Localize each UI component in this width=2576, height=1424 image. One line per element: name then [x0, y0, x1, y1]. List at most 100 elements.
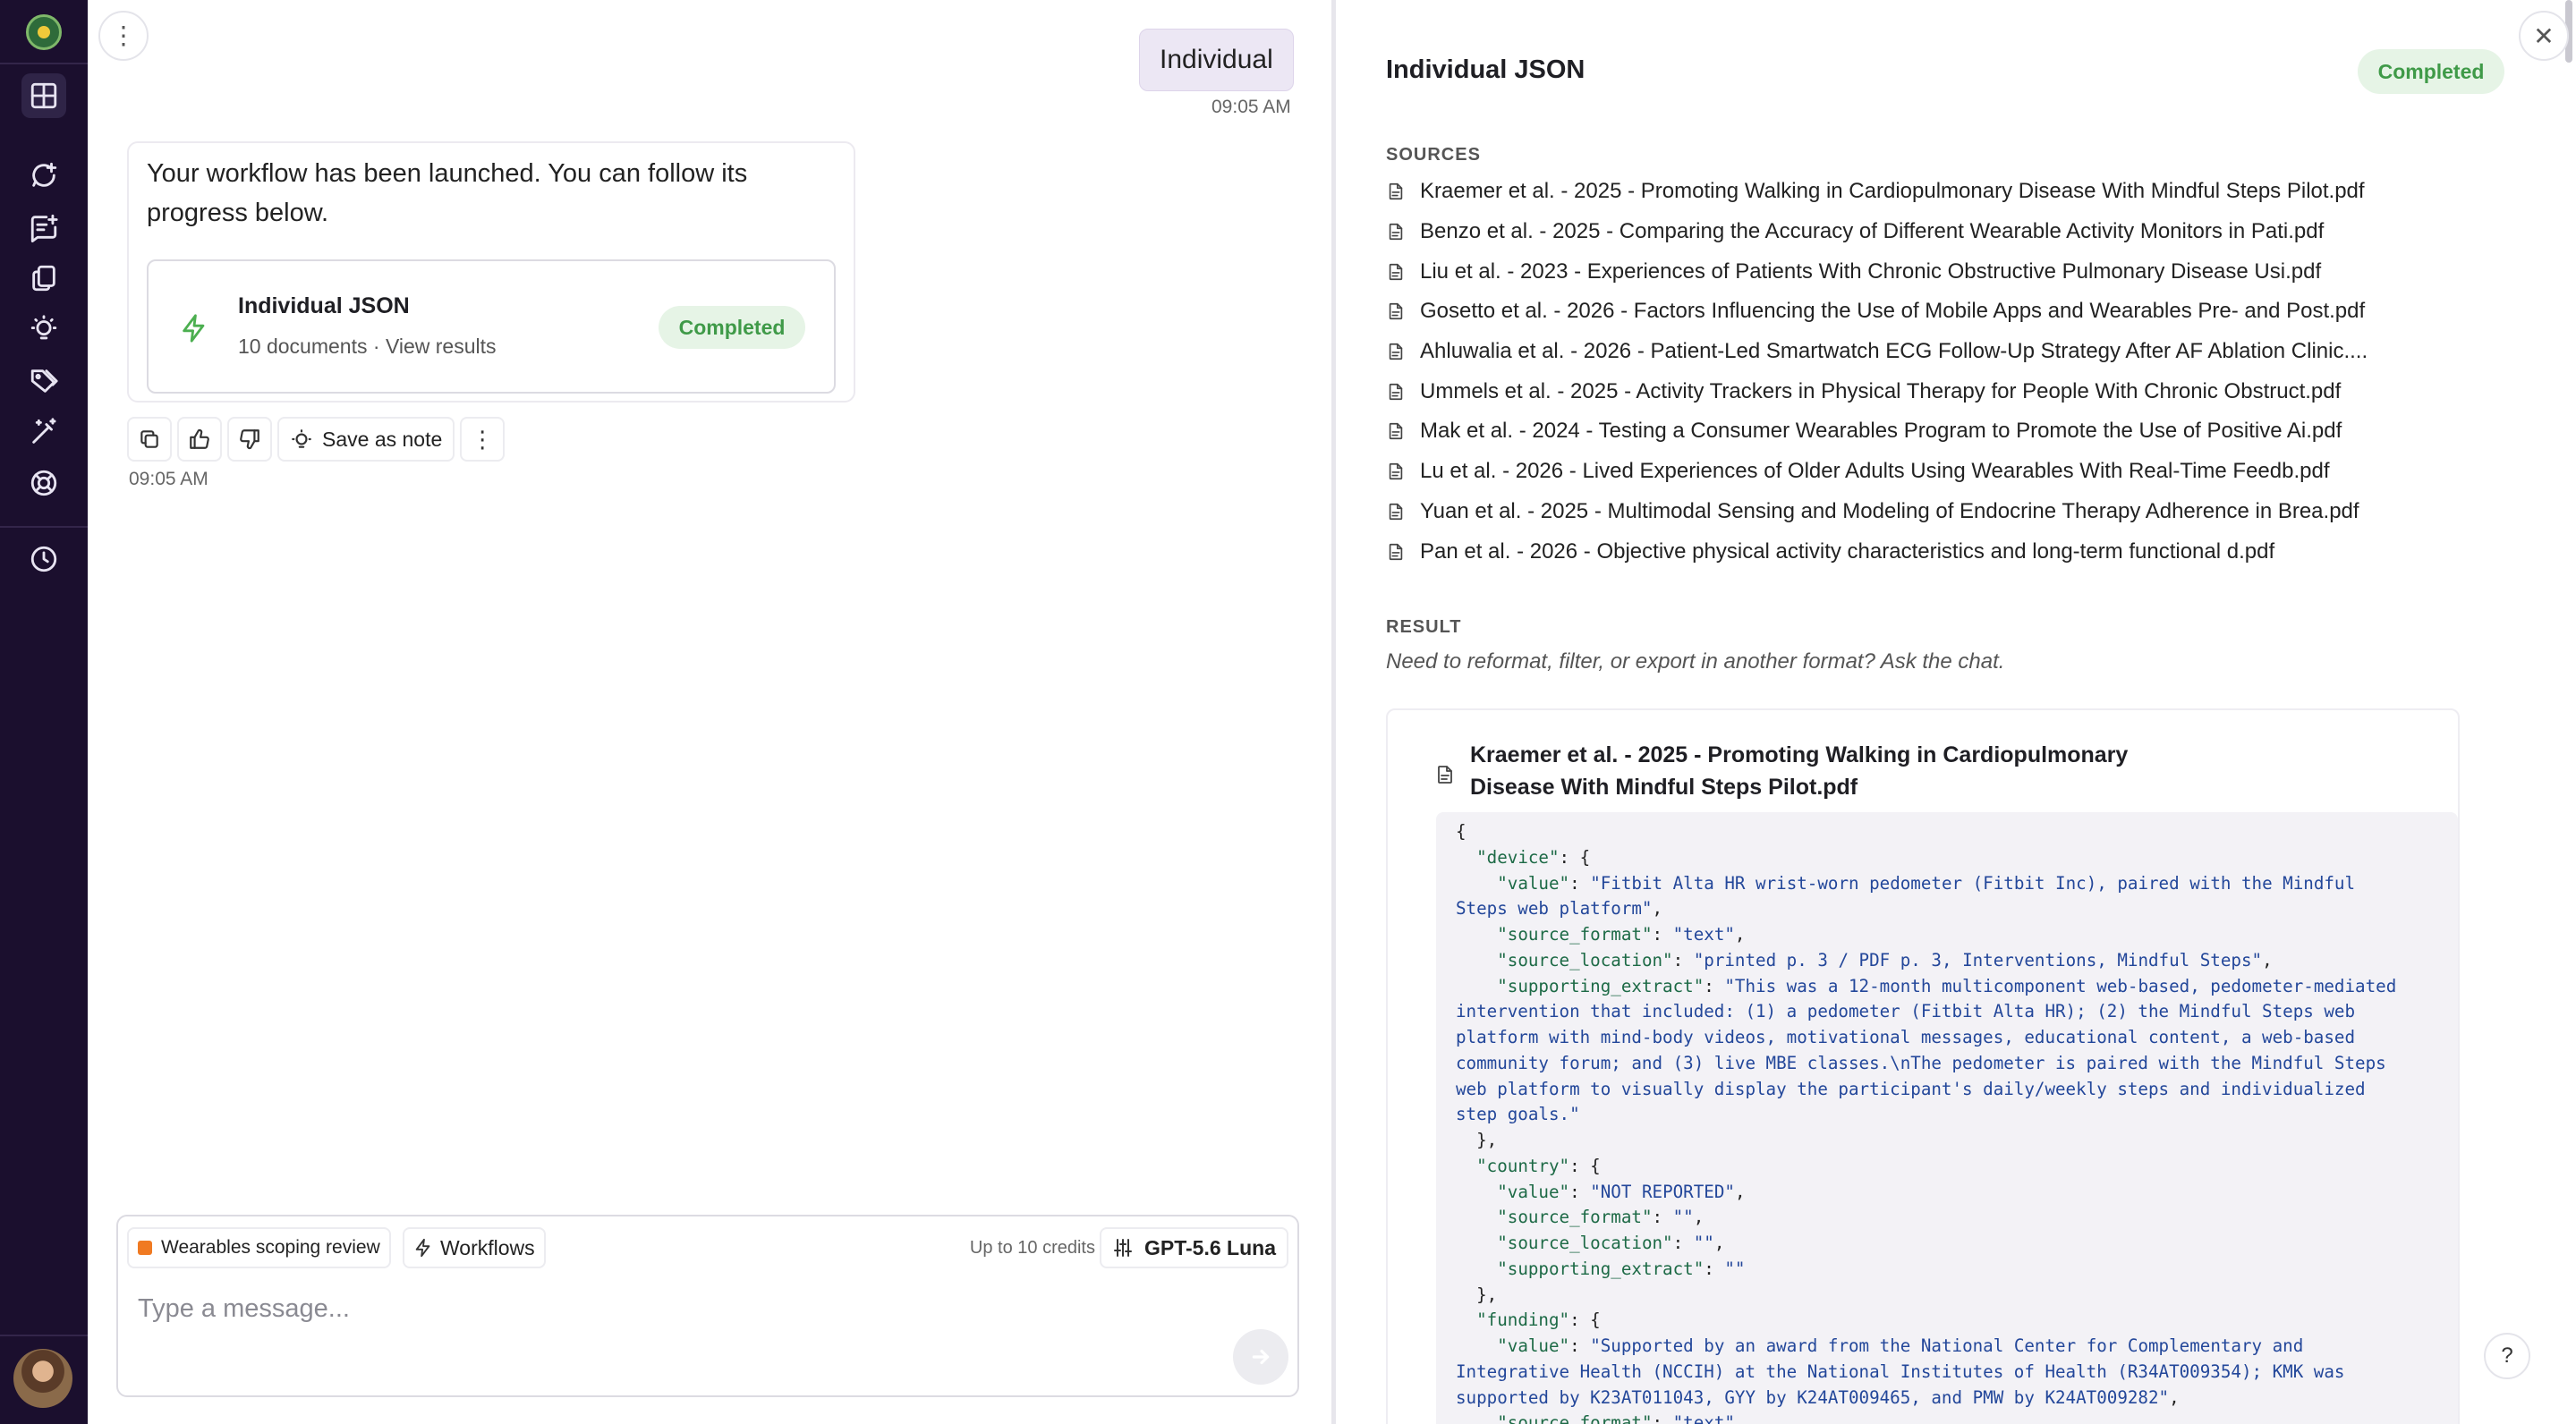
source-item[interactable]: Pan et al. - 2026 - Objective physical a…: [1386, 531, 2504, 572]
code-line: Steps web platform",: [1456, 898, 1663, 920]
separator-dot: ·: [372, 335, 380, 358]
message-actions: Save as note ⋮: [127, 417, 506, 462]
code-line: community forum; and (3) live MBE classe…: [1456, 1052, 2386, 1073]
source-item-label: Lu et al. - 2026 - Lived Experiences of …: [1420, 459, 2330, 484]
code-line: "value": "Fitbit Alta HR wrist-worn pedo…: [1497, 872, 2356, 894]
code-line: "device": {: [1476, 846, 1591, 868]
document-icon: [1389, 223, 1403, 241]
copy-button[interactable]: [127, 417, 172, 462]
document-icon: [1389, 503, 1403, 520]
code-line: supported by K23AT011043, GYY by K24AT00…: [1456, 1386, 2180, 1408]
app-root: ⋮ Individual 09:05 AM Your workflow has …: [0, 0, 2576, 1424]
code-line: step goals.": [1456, 1104, 1580, 1125]
sliders-icon: [1114, 1239, 1133, 1257]
source-item[interactable]: Gosetto et al. - 2026 - Factors Influenc…: [1386, 292, 2504, 332]
documents-icon[interactable]: [21, 256, 66, 301]
assistant-message: Your workflow has been launched. You can…: [127, 141, 855, 403]
user-avatar[interactable]: [13, 1349, 72, 1408]
panel-title: Individual JSON: [1386, 55, 1586, 84]
new-note-icon[interactable]: [21, 205, 66, 250]
source-item-label: Ahluwalia et al. - 2026 - Patient-Led Sm…: [1420, 339, 2368, 364]
message-input[interactable]: [138, 1286, 1122, 1331]
user-message-timestamp: 09:05 AM: [1211, 97, 1291, 117]
app-logo[interactable]: [26, 14, 62, 50]
source-item-label: Kraemer et al. - 2025 - Promoting Walkin…: [1420, 179, 2365, 204]
source-item[interactable]: Kraemer et al. - 2025 - Promoting Walkin…: [1386, 172, 2504, 212]
lightbulb-icon[interactable]: [21, 307, 66, 352]
history-clock-icon[interactable]: [21, 537, 66, 581]
source-item[interactable]: Liu et al. - 2023 - Experiences of Patie…: [1386, 251, 2504, 292]
copy-icon: [140, 430, 158, 448]
bolt-icon: [183, 314, 205, 343]
send-button[interactable]: [1233, 1329, 1288, 1385]
source-item[interactable]: Ahluwalia et al. - 2026 - Patient-Led Sm…: [1386, 332, 2504, 372]
save-as-note-label: Save as note: [322, 427, 443, 451]
assistant-message-text: Your workflow has been launched. You can…: [147, 159, 748, 227]
workflow-doc-count: 10 documents: [238, 335, 368, 358]
code-line: platform with mind-body videos, motivati…: [1456, 1027, 2356, 1047]
arrow-right-icon: [1252, 1349, 1270, 1365]
assistant-message-timestamp: 09:05 AM: [129, 469, 208, 489]
code-line: },: [1456, 1130, 1498, 1150]
document-icon: [1389, 423, 1403, 440]
source-item-label: Pan et al. - 2026 - Objective physical a…: [1420, 538, 2275, 564]
source-item-label: Ummels et al. - 2025 - Activity Trackers…: [1420, 378, 2342, 403]
results-panel: Individual JSON Completed ✕ SOURCES Krae…: [1336, 0, 2576, 1424]
dashboard-icon[interactable]: [21, 73, 66, 118]
workflow-card[interactable]: Individual JSON 10 documents · View resu…: [147, 259, 836, 394]
code-line: "value": "Supported by an award from the…: [1497, 1335, 2304, 1356]
code-line: {: [1456, 821, 1467, 842]
project-chip-label: Wearables scoping review: [161, 1237, 380, 1258]
workflows-chip[interactable]: Workflows: [403, 1227, 546, 1268]
code-line: "source_format": "text",: [1497, 924, 1746, 945]
source-item[interactable]: Ummels et al. - 2025 - Activity Trackers…: [1386, 371, 2504, 411]
magic-wand-icon[interactable]: [21, 410, 66, 454]
project-chip[interactable]: Wearables scoping review: [127, 1227, 391, 1268]
new-chat-icon[interactable]: [21, 153, 66, 198]
code-line: intervention that included: (1) a pedome…: [1456, 1001, 2356, 1022]
model-selector-label: GPT-5.6 Luna: [1144, 1235, 1276, 1259]
source-item[interactable]: Lu et al. - 2026 - Lived Experiences of …: [1386, 452, 2504, 492]
model-selector[interactable]: GPT-5.6 Luna: [1100, 1227, 1288, 1268]
workflow-subtitle: 10 documents · View results: [238, 335, 497, 359]
workflow-status-badge: Completed: [659, 306, 805, 349]
message-composer: Wearables scoping review Workflows Up to…: [116, 1215, 1299, 1397]
document-icon: [1389, 263, 1403, 280]
document-icon: [1389, 183, 1403, 200]
project-color-dot: [138, 1241, 152, 1255]
code-line: "source_location": "",: [1497, 1233, 1725, 1253]
source-item-label: Gosetto et al. - 2026 - Factors Influenc…: [1420, 299, 2366, 324]
help-button[interactable]: ?: [2484, 1333, 2530, 1379]
save-as-note-button[interactable]: Save as note: [277, 417, 455, 462]
close-panel-button[interactable]: ✕: [2519, 11, 2569, 61]
result-card-title: Kraemer et al. - 2025 - Promoting Walkin…: [1470, 742, 2129, 800]
document-icon: [1389, 343, 1403, 360]
code-line: "source_format": "text",: [1497, 1412, 1746, 1424]
source-item-label: Benzo et al. - 2025 - Comparing the Accu…: [1420, 219, 2325, 244]
thumbs-up-button[interactable]: [177, 417, 222, 462]
thumbs-down-icon: [240, 429, 259, 450]
document-icon: [1389, 383, 1403, 400]
panel-status-badge: Completed: [2358, 49, 2504, 94]
more-actions-button[interactable]: ⋮: [460, 417, 506, 462]
source-item[interactable]: Benzo et al. - 2025 - Comparing the Accu…: [1386, 212, 2504, 252]
json-code-block: { "device": { "value": "Fitbit Alta HR w…: [1436, 812, 2458, 1424]
tags-icon[interactable]: [21, 359, 66, 403]
code-line: "funding": {: [1476, 1310, 1601, 1331]
support-lifebuoy-icon[interactable]: [21, 461, 66, 505]
source-item[interactable]: Yuan et al. - 2025 - Multimodal Sensing …: [1386, 492, 2504, 532]
close-icon: ✕: [2533, 21, 2555, 50]
code-line: "source_location": "printed p. 3 / PDF p…: [1497, 949, 2273, 971]
code-line: web platform to visually display the par…: [1456, 1078, 2366, 1099]
code-line: Integrative Health (NCCIH) at the Nation…: [1456, 1360, 2345, 1382]
view-results-link[interactable]: View results: [386, 335, 497, 358]
source-item-label: Mak et al. - 2024 - Testing a Consumer W…: [1420, 419, 2342, 444]
source-item[interactable]: Mak et al. - 2024 - Testing a Consumer W…: [1386, 411, 2504, 452]
sources-heading: SOURCES: [1386, 145, 1481, 165]
chat-menu-button[interactable]: ⋮: [98, 11, 149, 61]
thumbs-down-button[interactable]: [227, 417, 272, 462]
code-line: "supporting_extract": "": [1497, 1258, 1746, 1279]
document-icon: [1438, 766, 1452, 784]
document-icon: [1389, 543, 1403, 560]
source-item-label: Yuan et al. - 2025 - Multimodal Sensing …: [1420, 498, 2359, 523]
